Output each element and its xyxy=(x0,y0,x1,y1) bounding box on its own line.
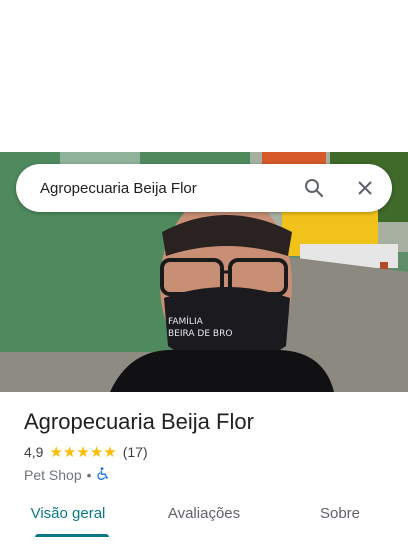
mask-text-1: FAMÍLIA xyxy=(168,315,204,327)
separator: • xyxy=(86,467,92,483)
star-icon: ★ xyxy=(76,443,90,461)
rating-row[interactable]: 4,9 ★ ★ ★ ★ ★ (17) xyxy=(24,442,392,462)
place-title: Agropecuaria Beija Flor xyxy=(24,409,254,434)
search-input[interactable]: Agropecuaria Beija Flor xyxy=(40,180,302,197)
tab-about[interactable]: Sobre xyxy=(272,496,408,544)
category-row: Pet Shop • xyxy=(24,465,392,485)
search-bar[interactable]: Agropecuaria Beija Flor xyxy=(16,164,392,212)
place-info: Agropecuaria Beija Flor 4,9 ★ ★ ★ ★ ★ (17) P… xyxy=(24,408,392,485)
star-icon: ★ xyxy=(103,443,117,461)
wheelchair-icon xyxy=(96,467,109,483)
active-tab-indicator xyxy=(35,534,109,537)
review-count[interactable]: (17) xyxy=(123,444,148,460)
mask-text-2: BEIRA DE BRO xyxy=(168,329,232,339)
search-icon[interactable] xyxy=(302,176,326,200)
close-icon[interactable] xyxy=(353,176,377,200)
star-icon: ★ xyxy=(89,443,104,461)
star-icon: ★ xyxy=(62,443,77,461)
star-icon: ★ xyxy=(49,443,63,461)
rating-value: 4,9 xyxy=(24,444,44,460)
star-rating: ★ ★ ★ ★ ★ xyxy=(49,445,116,460)
tab-reviews[interactable]: Avaliações xyxy=(136,496,272,544)
category-label: Pet Shop xyxy=(24,467,82,483)
